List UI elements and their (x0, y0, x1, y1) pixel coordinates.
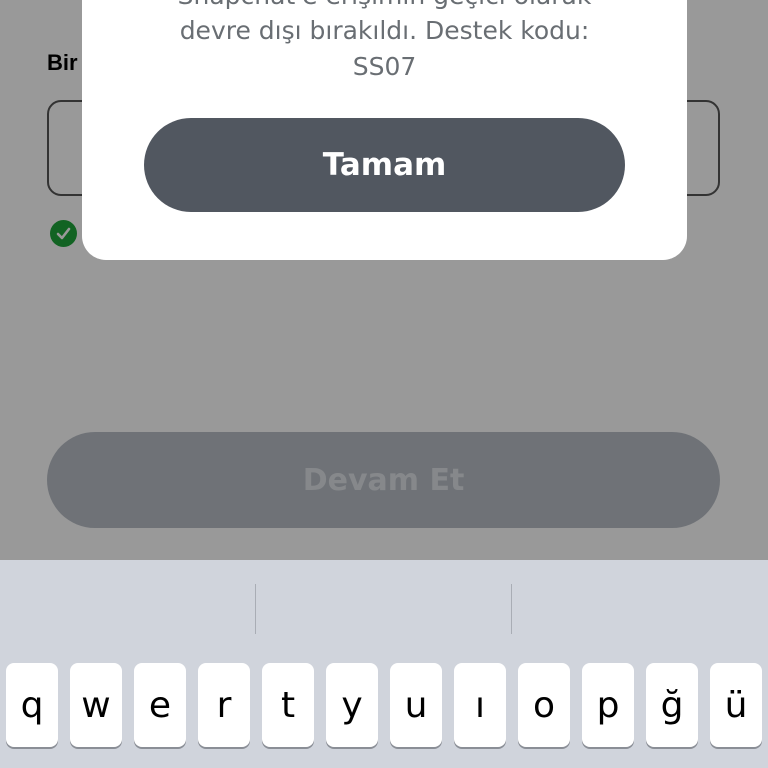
key-dotless-i[interactable]: ı (454, 663, 506, 747)
key-g-breve[interactable]: ğ (646, 663, 698, 747)
key-p[interactable]: p (582, 663, 634, 747)
ok-button[interactable]: Tamam (144, 118, 625, 212)
suggestion-divider (511, 584, 512, 634)
key-w[interactable]: w (70, 663, 122, 747)
key-o[interactable]: o (518, 663, 570, 747)
suggestion-divider (255, 584, 256, 634)
alert-dialog: Snapchat'e erişimin geçici olarak devre … (82, 0, 687, 260)
keyboard: q w e r t y u ı o p ğ ü (0, 560, 768, 768)
dialog-message-line: devre dışı bırakıldı. Destek kodu: (179, 16, 590, 45)
key-u-umlaut[interactable]: ü (710, 663, 762, 747)
dialog-support-code: SS07 (352, 52, 417, 81)
key-t[interactable]: t (262, 663, 314, 747)
key-q[interactable]: q (6, 663, 58, 747)
dialog-message-line: Snapchat'e erişimin geçici olarak (82, 0, 687, 14)
key-u[interactable]: u (390, 663, 442, 747)
key-r[interactable]: r (198, 663, 250, 747)
key-y[interactable]: y (326, 663, 378, 747)
key-e[interactable]: e (134, 663, 186, 747)
